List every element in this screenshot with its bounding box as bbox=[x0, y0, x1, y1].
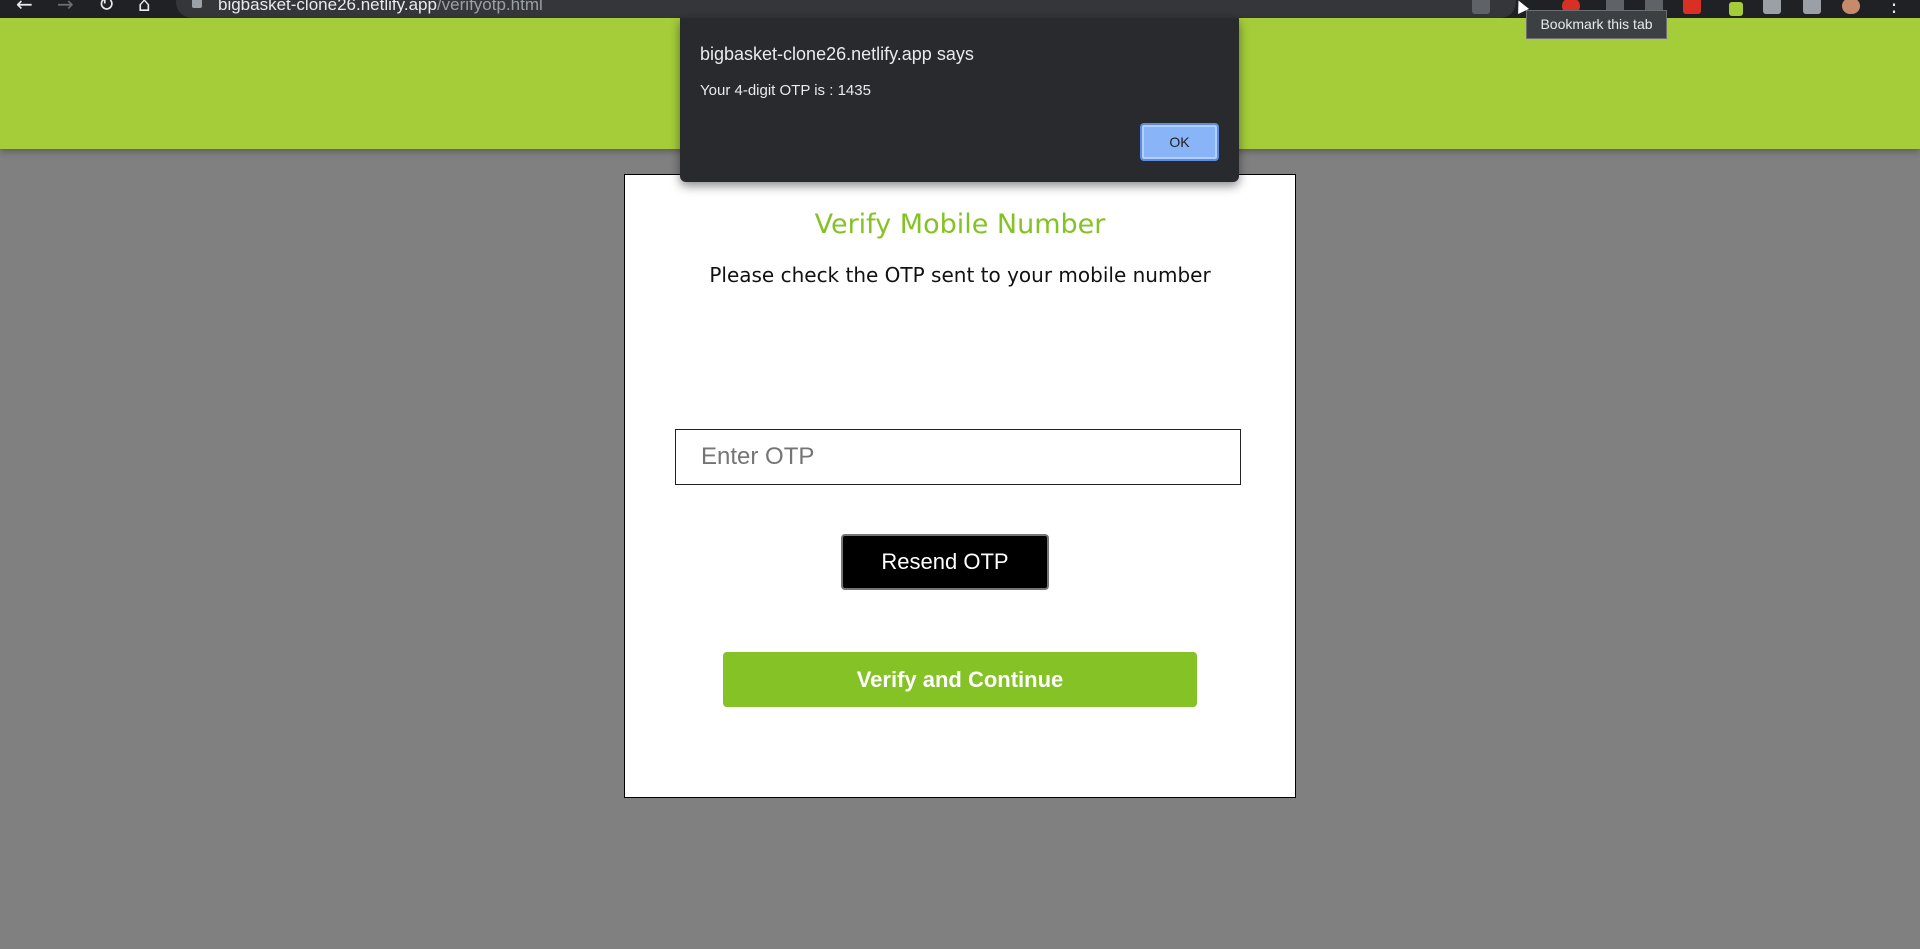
extension-badge-icon[interactable] bbox=[1729, 2, 1743, 16]
home-icon[interactable]: ⌂ bbox=[138, 0, 151, 14]
side-panel-icon[interactable] bbox=[1803, 0, 1821, 14]
alert-title: bigbasket-clone26.netlify.app says bbox=[700, 44, 974, 64]
alert-dialog: bigbasket-clone26.netlify.app says Your … bbox=[680, 18, 1239, 182]
url-text: bigbasket-clone26.netlify.app/verifyotp.… bbox=[218, 0, 543, 15]
alert-message: Your 4-digit OTP is : 1435 bbox=[700, 82, 871, 99]
page-title: Verify Mobile Number bbox=[814, 209, 1106, 240]
resend-otp-button[interactable]: Resend OTP bbox=[841, 534, 1049, 590]
verify-continue-button[interactable]: Verify and Continue bbox=[723, 652, 1197, 707]
extension-pdf-icon[interactable] bbox=[1683, 0, 1701, 14]
back-icon[interactable]: ← bbox=[16, 0, 33, 14]
url-host: bigbasket-clone26.netlify.app bbox=[218, 0, 437, 14]
puzzle-icon[interactable] bbox=[1763, 0, 1781, 14]
alert-ok-button[interactable]: OK bbox=[1140, 123, 1219, 161]
reload-icon[interactable]: ↻ bbox=[98, 0, 115, 14]
lock-icon[interactable] bbox=[192, 0, 202, 8]
avatar[interactable] bbox=[1842, 0, 1860, 14]
url-path: /verifyotp.html bbox=[436, 0, 543, 14]
address-bar[interactable]: bigbasket-clone26.netlify.app/verifyotp.… bbox=[176, 0, 1516, 18]
otp-input[interactable] bbox=[675, 429, 1241, 485]
share-icon[interactable] bbox=[1472, 0, 1490, 14]
bookmark-tooltip: Bookmark this tab bbox=[1526, 10, 1667, 39]
page-subtitle: Please check the OTP sent to your mobile… bbox=[709, 263, 1211, 287]
menu-icon[interactable]: ⋮ bbox=[1884, 0, 1904, 14]
forward-icon[interactable]: → bbox=[57, 0, 74, 14]
verify-otp-card: Verify Mobile Number Please check the OT… bbox=[624, 174, 1296, 798]
